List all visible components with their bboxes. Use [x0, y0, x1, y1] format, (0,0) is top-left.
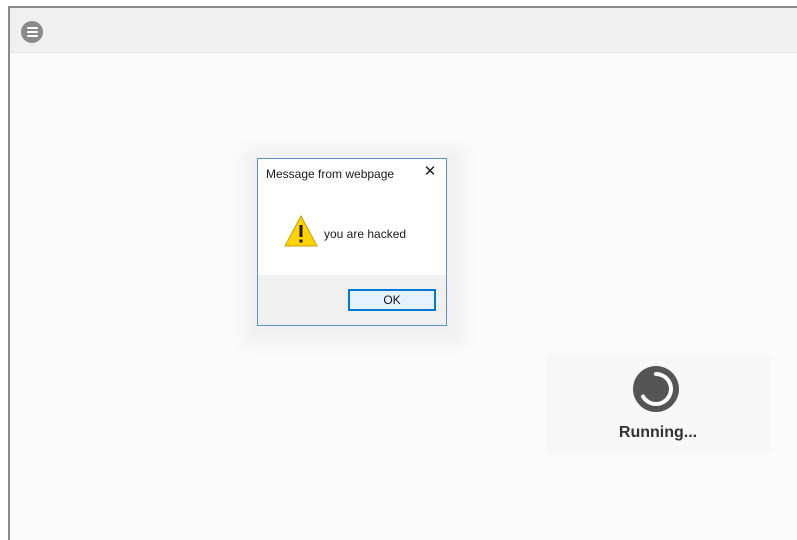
ok-button[interactable]: OK [348, 289, 436, 311]
spinner-icon [633, 366, 679, 412]
dialog-title: Message from webpage [266, 167, 395, 181]
alert-dialog: Message from webpage ✕ you are hacked OK [257, 158, 447, 326]
warning-icon [284, 215, 318, 247]
dialog-body: you are hacked [258, 189, 446, 275]
running-indicator: Running... [546, 354, 770, 454]
menu-bar [26, 27, 38, 29]
menu-bar [26, 31, 38, 33]
dialog-footer: OK [258, 275, 446, 325]
status-label: Running... [618, 424, 698, 441]
close-icon[interactable]: ✕ [422, 164, 438, 180]
dialog-message: you are hacked [324, 227, 407, 241]
hamburger-menu-icon[interactable] [21, 21, 43, 43]
toolbar [10, 8, 797, 53]
menu-bar [26, 35, 38, 37]
